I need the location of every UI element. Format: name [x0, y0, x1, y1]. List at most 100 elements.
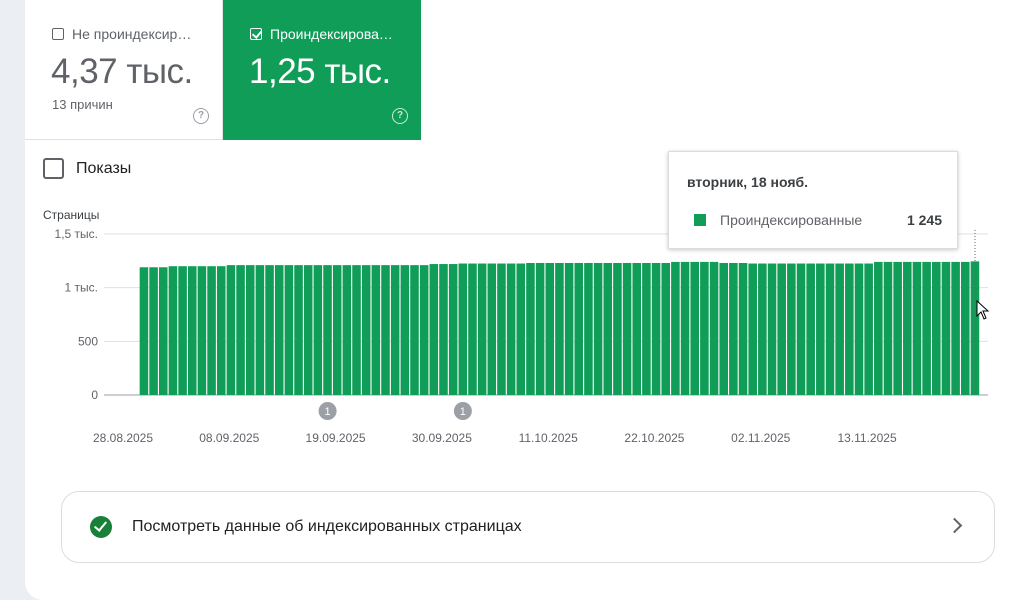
bar — [864, 263, 873, 395]
bar — [893, 261, 902, 395]
bar — [313, 265, 323, 395]
bar — [912, 261, 922, 395]
bar — [874, 261, 883, 395]
bar — [671, 261, 680, 395]
bar — [941, 261, 951, 395]
bar — [845, 263, 854, 395]
bar — [729, 262, 738, 395]
bar — [410, 265, 419, 395]
bar — [516, 263, 526, 395]
bar — [806, 263, 815, 395]
tooltip-swatch — [694, 214, 706, 226]
annotation-label: 1 — [460, 406, 466, 418]
bar — [274, 265, 284, 395]
y-tick-label: 1,5 тыс. — [55, 227, 98, 241]
bar — [535, 262, 545, 395]
bar — [429, 264, 439, 395]
bar — [458, 263, 468, 395]
bar — [352, 265, 361, 395]
check-circle-icon — [90, 516, 112, 538]
bar — [680, 261, 690, 395]
bar — [700, 261, 709, 395]
bar — [622, 262, 632, 395]
bar — [545, 262, 555, 395]
bar — [816, 263, 825, 395]
x-tick-label: 11.10.2025 — [519, 431, 578, 445]
bar — [738, 262, 748, 395]
bar — [448, 264, 458, 395]
bar — [951, 261, 960, 395]
bar — [719, 262, 728, 395]
view-indexed-pages-link[interactable]: Посмотреть данные об индексированных стр… — [61, 491, 995, 563]
chart-tooltip: вторник, 18 нояб. Проиндексированные 1 2… — [668, 151, 958, 249]
bar — [497, 263, 506, 395]
view-indexed-pages-text: Посмотреть данные об индексированных стр… — [132, 518, 522, 535]
bar — [294, 265, 303, 395]
bar — [158, 267, 168, 395]
bar — [584, 262, 593, 395]
bar — [168, 266, 178, 395]
bar — [961, 261, 970, 395]
bar — [709, 261, 719, 395]
bar — [661, 262, 671, 395]
y-tick-label: 0 — [91, 388, 98, 402]
bar — [197, 266, 207, 395]
tooltip-value: 1 245 — [906, 212, 942, 228]
bar — [642, 262, 651, 395]
bar — [748, 263, 757, 395]
bar — [922, 261, 931, 395]
bar — [187, 266, 197, 395]
bar — [149, 267, 158, 395]
bar — [371, 265, 381, 395]
bar — [178, 266, 187, 395]
bar — [758, 263, 767, 395]
y-tick-label: 500 — [78, 334, 98, 348]
bar — [390, 265, 400, 395]
bar — [506, 263, 516, 395]
tooltip-row: Проиндексированные 1 245 — [694, 212, 942, 228]
bar — [207, 266, 216, 395]
x-tick-label: 22.10.2025 — [624, 431, 684, 445]
x-tick-label: 30.09.2025 — [412, 431, 472, 445]
bar — [439, 264, 448, 395]
bar — [526, 262, 535, 395]
bar — [613, 262, 622, 395]
bar — [593, 262, 603, 395]
bar — [796, 263, 806, 395]
bar — [932, 261, 941, 395]
bar — [690, 261, 699, 395]
bar — [883, 261, 893, 395]
bar — [651, 262, 661, 395]
bar — [854, 263, 864, 395]
bar — [487, 263, 497, 395]
bar — [303, 265, 313, 395]
bar — [468, 263, 477, 395]
bar — [825, 263, 835, 395]
bar — [787, 263, 796, 395]
tooltip-date: вторник, 18 нояб. — [687, 174, 809, 190]
bar — [419, 265, 429, 395]
x-tick-label: 08.09.2025 — [199, 431, 259, 445]
x-tick-label: 02.11.2025 — [731, 431, 790, 445]
bar — [216, 266, 226, 395]
chevron-right-icon[interactable] — [946, 517, 963, 534]
annotation-label: 1 — [325, 406, 331, 418]
bar — [603, 262, 613, 395]
bar — [632, 262, 642, 395]
bar — [777, 263, 786, 395]
bar — [332, 265, 342, 395]
bar — [255, 265, 265, 395]
bar — [903, 261, 912, 395]
bar — [564, 262, 574, 395]
bar — [381, 265, 390, 395]
y-tick-label: 1 тыс. — [65, 281, 98, 295]
bar — [284, 265, 294, 395]
bar — [245, 265, 255, 395]
bar — [555, 262, 564, 395]
mouse-cursor-icon — [976, 300, 990, 320]
bar — [835, 263, 844, 395]
bar — [226, 265, 236, 395]
bar — [236, 265, 245, 395]
x-tick-label: 28.08.2025 — [93, 431, 153, 445]
bar — [767, 263, 777, 395]
